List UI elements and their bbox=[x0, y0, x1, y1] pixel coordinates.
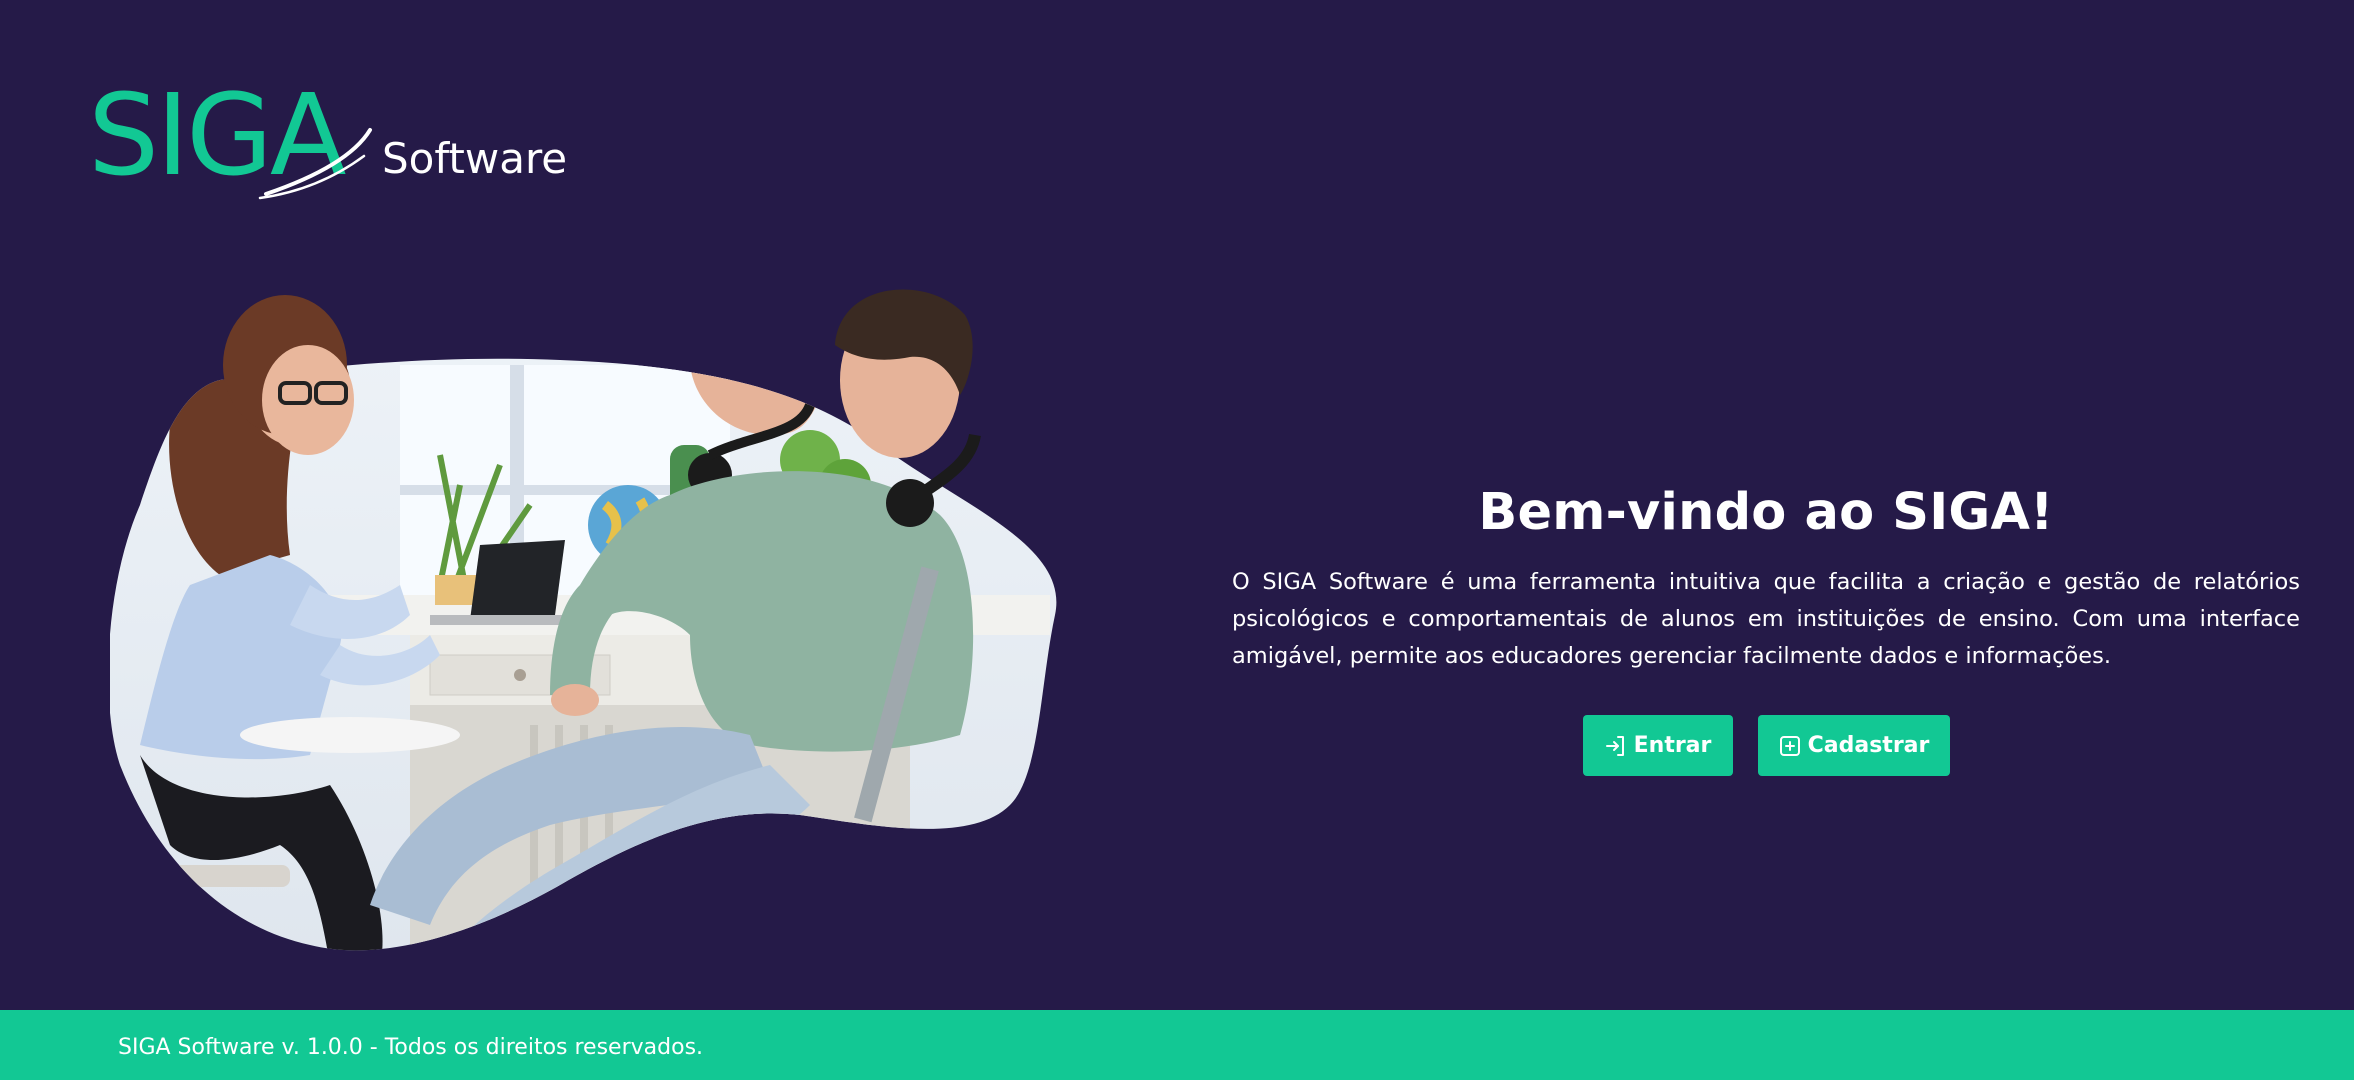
footer: SIGA Software v. 1.0.0 - Todos os direit… bbox=[0, 1010, 2354, 1080]
siga-logo-graphic: SIGA Software bbox=[88, 78, 567, 201]
welcome-title: Bem-vindo ao SIGA! bbox=[1478, 483, 2054, 542]
login-icon bbox=[1604, 734, 1628, 758]
register-button-label: Cadastrar bbox=[1807, 733, 1930, 758]
register-button[interactable]: Cadastrar bbox=[1757, 715, 1950, 776]
login-button-label: Entrar bbox=[1633, 733, 1712, 758]
logo-brand-text: SIGA bbox=[88, 78, 346, 201]
login-button[interactable]: Entrar bbox=[1582, 715, 1733, 776]
footer-copyright: SIGA Software v. 1.0.0 - Todos os direit… bbox=[118, 1035, 704, 1060]
logo-sub-text: Software bbox=[382, 134, 567, 183]
landing-page: SIGA Software Bem-vindo ao SIGA! O SIGA … bbox=[0, 0, 2354, 1080]
action-buttons: Entrar Cadastrar bbox=[1232, 715, 2300, 776]
welcome-description: O SIGA Software é uma ferramenta intuiti… bbox=[1232, 569, 2300, 669]
hero-image bbox=[110, 285, 1060, 965]
counseling-session-photo bbox=[110, 289, 1057, 951]
siga-logo: SIGA Software bbox=[88, 78, 588, 208]
plus-square-icon bbox=[1778, 734, 1802, 758]
welcome-section: Bem-vindo ao SIGA! O SIGA Software é uma… bbox=[1232, 478, 2300, 776]
